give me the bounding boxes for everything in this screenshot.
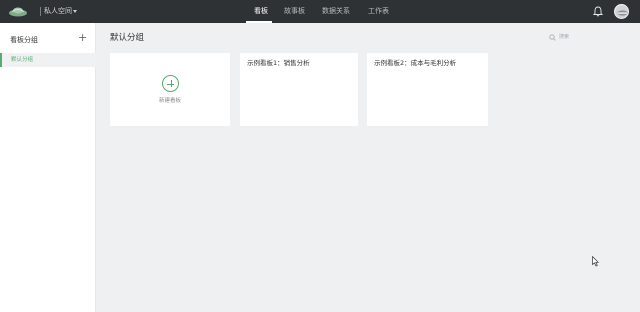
new-dashboard-card[interactable]: 新建看板 <box>110 53 230 126</box>
search-icon <box>549 34 556 41</box>
top-navigation-bar: 私人空间 看板 故事板 数据关系 工作表 <box>0 0 640 23</box>
plus-icon[interactable]: + <box>78 32 87 44</box>
active-item-indicator <box>0 53 2 67</box>
active-tab-indicator <box>246 21 272 23</box>
dashboard-card[interactable]: 示例看板2：成本与毛利分析 <box>367 53 488 126</box>
plus-circle-icon <box>162 75 179 92</box>
dashboard-card-title: 示例看板2：成本与毛利分析 <box>374 59 457 67</box>
page-title: 默认分组 <box>110 33 145 43</box>
tab-worksheet[interactable]: 工作表 <box>368 5 389 17</box>
dashboard-card[interactable]: 示例看板1：销售分析 <box>240 53 358 126</box>
bell-icon[interactable] <box>593 6 603 17</box>
new-dashboard-label: 新建看板 <box>158 98 181 104</box>
sidebar: 看板分组 + 默认分组 <box>0 23 96 312</box>
sidebar-item-label: 默认分组 <box>11 57 34 63</box>
mouse-cursor-icon <box>592 256 599 267</box>
user-avatar-icon[interactable] <box>614 4 629 19</box>
sidebar-title: 看板分组 <box>10 36 38 44</box>
search-placeholder: 搜索 <box>559 34 570 40</box>
search-input[interactable]: 搜索 <box>549 33 589 43</box>
sidebar-item-default-group[interactable]: 默认分组 <box>0 53 96 67</box>
tab-storyboard[interactable]: 故事板 <box>284 5 305 17</box>
chevron-down-icon[interactable] <box>73 10 77 13</box>
tab-data-relations[interactable]: 数据关系 <box>322 5 350 17</box>
leaf-logo-icon[interactable] <box>8 6 28 17</box>
space-selector[interactable]: 私人空间 <box>44 5 72 17</box>
header-divider <box>40 7 41 16</box>
tab-dashboard[interactable]: 看板 <box>254 5 268 17</box>
dashboard-card-title: 示例看板1：销售分析 <box>247 59 310 67</box>
